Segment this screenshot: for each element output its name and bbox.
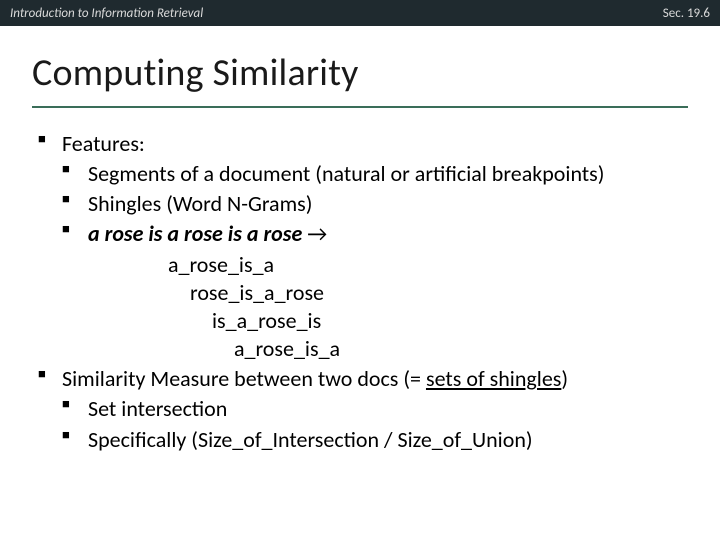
arrow-icon: → xyxy=(302,220,327,247)
similarity-underlined: sets of shingles xyxy=(426,365,561,392)
shingle-3: is_a_rose_is xyxy=(212,307,682,335)
features-label: Features: xyxy=(62,130,145,157)
section-label: Sec. 19.6 xyxy=(663,6,710,21)
slide-body: Features: Segments of a document (natura… xyxy=(0,108,720,454)
bullet-similarity: Similarity Measure between two docs (= s… xyxy=(38,365,682,453)
example-phrase: a rose is a rose is a rose xyxy=(88,220,302,247)
slide-title: Computing Similarity xyxy=(32,50,688,96)
shingle-4: a_rose_is_a xyxy=(234,335,682,363)
bullet-jaccard: Specifically (Size_of_Intersection / Siz… xyxy=(62,426,682,454)
top-bar: Introduction to Information Retrieval Se… xyxy=(0,0,720,26)
bullet-set-intersection: Set intersection xyxy=(62,395,682,423)
bullet-segments: Segments of a document (natural or artif… xyxy=(62,160,682,188)
bullet-example: a rose is a rose is a rose → a_rose_is_a… xyxy=(62,220,682,363)
bullet-shingles: Shingles (Word N-Grams) xyxy=(62,190,682,218)
shingle-list: a_rose_is_a rose_is_a_rose is_a_rose_is … xyxy=(168,251,682,364)
similarity-post: ) xyxy=(561,365,568,392)
similarity-pre: Similarity Measure between two docs (= xyxy=(62,365,426,392)
title-area: Computing Similarity xyxy=(0,26,720,102)
course-title: Introduction to Information Retrieval xyxy=(10,6,203,21)
shingle-1: a_rose_is_a xyxy=(168,251,682,279)
bullet-features: Features: Segments of a document (natura… xyxy=(38,130,682,363)
shingle-2: rose_is_a_rose xyxy=(190,279,682,307)
